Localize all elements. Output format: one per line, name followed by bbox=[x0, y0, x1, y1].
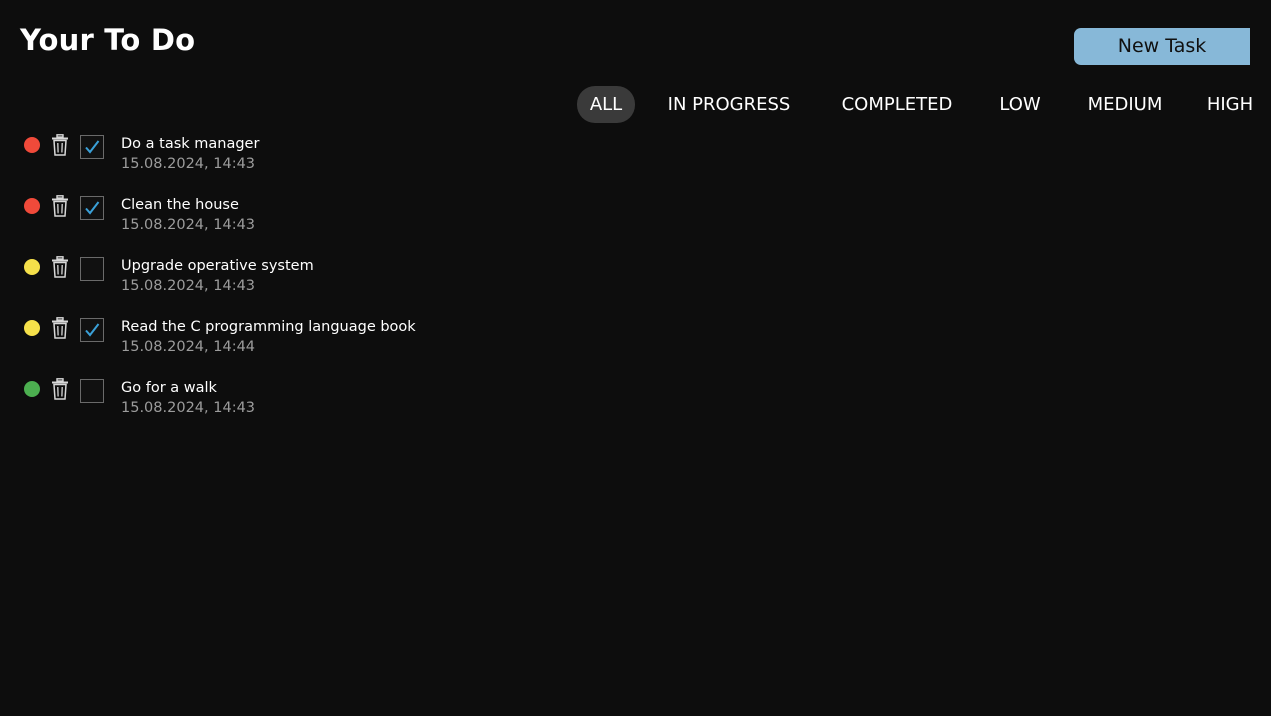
priority-dot-medium bbox=[24, 259, 40, 275]
priority-dot-high bbox=[24, 198, 40, 214]
trash-icon[interactable] bbox=[51, 256, 69, 278]
priority-dot-high bbox=[24, 137, 40, 153]
checkmark-icon bbox=[85, 201, 100, 215]
priority-dot-low bbox=[24, 381, 40, 397]
task-item: Go for a walk 15.08.2024, 14:43 bbox=[0, 378, 600, 439]
filter-tab-high[interactable]: HIGH bbox=[1199, 86, 1261, 123]
task-title: Clean the house bbox=[121, 197, 239, 213]
task-checkbox[interactable] bbox=[80, 135, 104, 159]
task-date: 15.08.2024, 14:43 bbox=[121, 400, 256, 416]
task-checkbox[interactable] bbox=[80, 379, 104, 403]
trash-icon[interactable] bbox=[51, 317, 69, 339]
todo-app: Your To Do New Task ALL IN PROGRESS COMP… bbox=[0, 0, 1271, 716]
task-item: Read the C programming language book 15.… bbox=[0, 317, 600, 378]
trash-icon[interactable] bbox=[51, 195, 69, 217]
task-date: 15.08.2024, 14:44 bbox=[121, 339, 256, 355]
filter-tab-medium[interactable]: MEDIUM bbox=[1077, 86, 1173, 123]
task-checkbox[interactable] bbox=[80, 196, 104, 220]
task-item: Upgrade operative system 15.08.2024, 14:… bbox=[0, 256, 600, 317]
priority-dot-medium bbox=[24, 320, 40, 336]
task-date: 15.08.2024, 14:43 bbox=[121, 278, 256, 294]
page-title: Your To Do bbox=[20, 23, 196, 57]
task-checkbox[interactable] bbox=[80, 318, 104, 342]
task-title: Upgrade operative system bbox=[121, 258, 314, 274]
task-title: Go for a walk bbox=[121, 380, 217, 396]
filter-tab-completed[interactable]: COMPLETED bbox=[827, 86, 967, 123]
filter-tab-all[interactable]: ALL bbox=[577, 86, 635, 123]
task-item: Clean the house 15.08.2024, 14:43 bbox=[0, 195, 600, 256]
checkmark-icon bbox=[85, 323, 100, 337]
task-item: Do a task manager 15.08.2024, 14:43 bbox=[0, 134, 600, 195]
filter-bar: ALL IN PROGRESS COMPLETED LOW MEDIUM HIG… bbox=[577, 86, 1271, 123]
filter-tab-low[interactable]: LOW bbox=[993, 86, 1047, 123]
new-task-button[interactable]: New Task bbox=[1074, 28, 1250, 65]
filter-tab-in-progress[interactable]: IN PROGRESS bbox=[657, 86, 801, 123]
trash-icon[interactable] bbox=[51, 378, 69, 400]
task-title: Read the C programming language book bbox=[121, 319, 416, 335]
task-date: 15.08.2024, 14:43 bbox=[121, 156, 256, 172]
task-list: Do a task manager 15.08.2024, 14:43 Clea… bbox=[0, 134, 600, 439]
task-date: 15.08.2024, 14:43 bbox=[121, 217, 256, 233]
trash-icon[interactable] bbox=[51, 134, 69, 156]
checkmark-icon bbox=[85, 140, 100, 154]
task-checkbox[interactable] bbox=[80, 257, 104, 281]
task-title: Do a task manager bbox=[121, 136, 260, 152]
